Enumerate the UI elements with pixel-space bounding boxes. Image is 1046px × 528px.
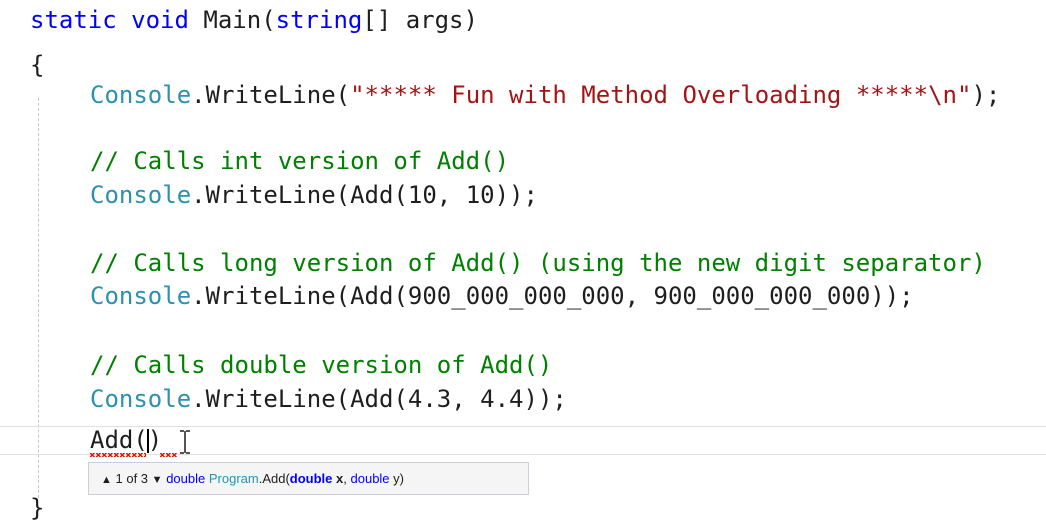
type-console: Console (90, 181, 192, 209)
signature-return-type: double (166, 471, 206, 486)
signature-param1-type: double (289, 471, 333, 486)
comment-int-version: // Calls int version of Add() (90, 147, 510, 175)
open-brace: { (30, 51, 45, 79)
call-writeline-add-long: .WriteLine(Add(900_000_000_000, 900_000_… (191, 282, 914, 310)
indent-guide (38, 98, 39, 498)
code-line-9[interactable]: Console.WriteLine(Add(4.3, 4.4)); (90, 379, 567, 419)
keyword-string: string (275, 6, 363, 34)
error-squiggle-paren (160, 453, 178, 457)
keyword-static: static (30, 6, 117, 34)
statement-end: ); (971, 81, 1001, 109)
code-line-2[interactable]: { (30, 45, 44, 85)
close-paren: ) (147, 426, 163, 454)
signature-separator: , (343, 471, 351, 486)
comment-long-version: // Calls long version of Add() (using th… (90, 249, 986, 277)
code-line-7[interactable]: Console.WriteLine(Add(900_000_000_000, 9… (90, 276, 914, 316)
signature-end: ) (399, 471, 405, 486)
call-writeline: .WriteLine( (191, 81, 351, 109)
code-line-3[interactable]: Console.WriteLine("***** Fun with Method… (90, 75, 1000, 115)
type-console: Console (90, 282, 192, 310)
code-line-11[interactable]: } (30, 488, 44, 528)
call-add-incomplete: Add( (90, 426, 148, 454)
code-line-1[interactable]: static void Main(string[] args) (30, 0, 478, 40)
comment-double-version: // Calls double version of Add() (90, 351, 553, 379)
signature-help-tooltip: ▲ 1 of 3 ▼ double Program.Add(double x, … (88, 462, 529, 495)
error-squiggle-add (90, 453, 146, 457)
call-writeline-add-int: .WriteLine(Add(10, 10)); (191, 181, 538, 209)
signature-class-name: Program (208, 471, 259, 486)
string-literal: "***** Fun with Method Overloading *****… (350, 81, 972, 109)
method-name-main: Main( (188, 6, 276, 34)
overload-up-arrow-icon[interactable]: ▲ (101, 474, 112, 486)
overload-down-arrow-icon[interactable]: ▼ (152, 474, 163, 486)
ibeam-cursor-icon (180, 430, 190, 454)
type-console: Console (90, 385, 192, 413)
params-args: [] args) (362, 6, 478, 34)
type-console: Console (90, 81, 192, 109)
code-line-5[interactable]: Console.WriteLine(Add(10, 10)); (90, 175, 538, 215)
call-writeline-add-double: .WriteLine(Add(4.3, 4.4)); (191, 385, 567, 413)
close-brace: } (30, 494, 45, 522)
signature-method: .Add( (258, 471, 290, 486)
code-editor[interactable]: static void Main(string[] args) { Consol… (0, 0, 1046, 522)
overload-counter: 1 of 3 (115, 471, 149, 486)
keyword-void: void (131, 6, 189, 34)
signature-param2-type: double (350, 471, 390, 486)
